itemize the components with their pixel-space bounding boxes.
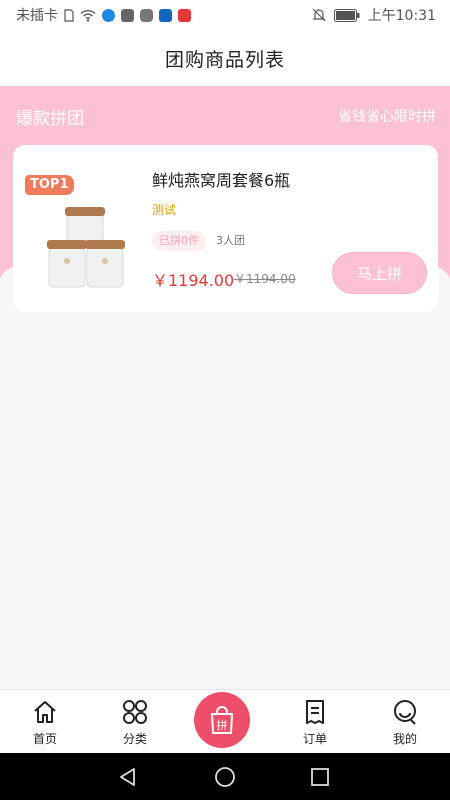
join-group-button[interactable]: 马上拼 (332, 252, 427, 294)
original-price: ￥1194.00 (234, 272, 296, 286)
tab-home[interactable]: 首页 (10, 698, 80, 747)
order-icon (306, 700, 324, 724)
home-circle-icon[interactable] (214, 766, 236, 788)
section-subtitle: 省钱省心限时拼 (338, 109, 436, 125)
back-icon[interactable] (117, 766, 139, 788)
status-right: 上午10:31 (312, 5, 436, 25)
group-buy-center-button[interactable]: 拼 (194, 692, 250, 748)
tab-profile-label: 我的 (392, 732, 417, 746)
rank-badge: TOP1 (25, 175, 74, 195)
tab-home-label: 首页 (32, 732, 57, 746)
sim-icon (64, 8, 74, 22)
group-price: ￥1194.00 (152, 271, 235, 290)
tab-orders[interactable]: 订单 (280, 698, 350, 747)
app-notification-icon-4 (178, 8, 191, 22)
carrier-text: 未插卡 (16, 8, 58, 24)
wechat-icon (140, 8, 153, 22)
clock-text: 上午10:31 (367, 8, 436, 24)
tab-category[interactable]: 分类 (100, 698, 170, 747)
group-size-label: 3人团 (216, 234, 245, 247)
page-title: 团购商品列表 (164, 48, 285, 71)
app-notification-icon-3 (159, 8, 172, 22)
mute-bell-icon (312, 8, 326, 22)
product-image (47, 207, 125, 288)
status-left: 未插卡 (16, 5, 191, 25)
joined-count-badge: 已拼0件 (152, 231, 206, 251)
home-icon (34, 701, 56, 723)
profile-icon (394, 700, 416, 725)
group-buy-label: 拼 (217, 718, 228, 732)
system-navigation-bar (0, 753, 450, 800)
app-notification-icon (102, 8, 115, 22)
tab-profile[interactable]: 我的 (370, 698, 440, 747)
wifi-icon (80, 9, 96, 22)
tab-orders-label: 订单 (302, 732, 327, 746)
category-icon (123, 700, 147, 724)
recent-apps-icon[interactable] (309, 766, 331, 788)
section-title: 爆款拼团 (16, 109, 84, 129)
group-buy-bag-icon: 拼 (211, 706, 233, 734)
status-bar: 未插卡 上午10:31 (0, 0, 450, 30)
product-name: 鲜炖燕窝周套餐6瓶 (152, 171, 291, 190)
product-card[interactable]: TOP1 鲜炖燕窝周套餐6瓶 测试 已拼0件 3人团 ￥1194.00 ￥119… (13, 145, 438, 312)
battery-icon (333, 8, 360, 22)
navigation-bar: 团购商品列表 (0, 30, 450, 86)
app-notification-icon-2 (121, 8, 134, 22)
product-tag: 测试 (152, 203, 177, 217)
tab-category-label: 分类 (122, 732, 147, 746)
